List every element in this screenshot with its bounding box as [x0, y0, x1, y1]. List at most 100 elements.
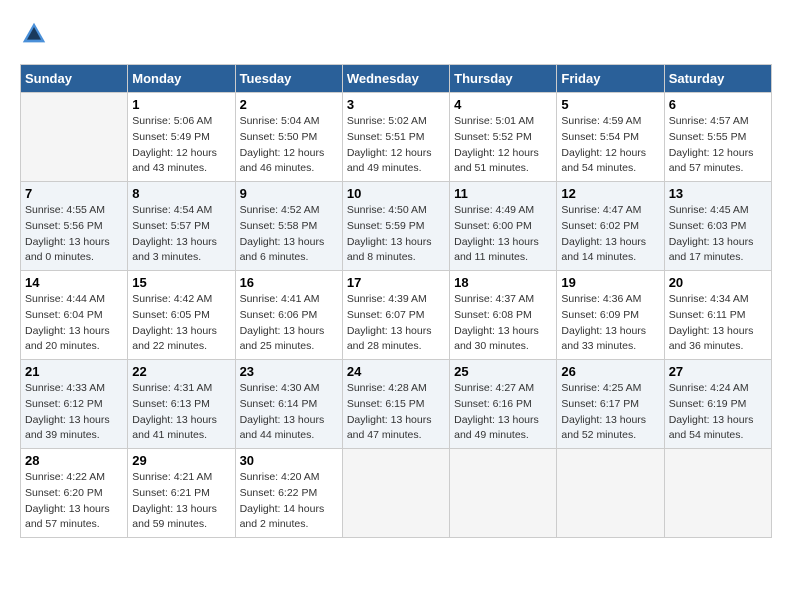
day-number: 2	[240, 97, 338, 112]
day-info: Sunrise: 4:47 AMSunset: 6:02 PMDaylight:…	[561, 203, 659, 266]
calendar-table: SundayMondayTuesdayWednesdayThursdayFrid…	[20, 64, 772, 538]
calendar-cell: 17 Sunrise: 4:39 AMSunset: 6:07 PMDayligh…	[342, 271, 449, 360]
day-number: 5	[561, 97, 659, 112]
day-info: Sunrise: 4:39 AMSunset: 6:07 PMDaylight:…	[347, 292, 445, 355]
calendar-cell	[664, 449, 771, 538]
logo-icon	[20, 20, 48, 48]
day-info: Sunrise: 4:52 AMSunset: 5:58 PMDaylight:…	[240, 203, 338, 266]
day-info: Sunrise: 5:06 AMSunset: 5:49 PMDaylight:…	[132, 114, 230, 177]
day-info: Sunrise: 4:20 AMSunset: 6:22 PMDaylight:…	[240, 470, 338, 533]
day-info: Sunrise: 4:31 AMSunset: 6:13 PMDaylight:…	[132, 381, 230, 444]
calendar-cell	[21, 93, 128, 182]
weekday-header-row: SundayMondayTuesdayWednesdayThursdayFrid…	[21, 65, 772, 93]
day-number: 11	[454, 186, 552, 201]
day-number: 22	[132, 364, 230, 379]
calendar-cell: 24Sunrise: 4:28 AMSunset: 6:15 PMDayligh…	[342, 360, 449, 449]
calendar-cell: 12 Sunrise: 4:47 AMSunset: 6:02 PMDayligh…	[557, 182, 664, 271]
day-number: 20	[669, 275, 767, 290]
day-info: Sunrise: 4:50 AMSunset: 5:59 PMDaylight:…	[347, 203, 445, 266]
day-number: 24	[347, 364, 445, 379]
calendar-cell: 6 Sunrise: 4:57 AMSunset: 5:55 PMDaylight…	[664, 93, 771, 182]
calendar-cell: 5 Sunrise: 4:59 AMSunset: 5:54 PMDaylight…	[557, 93, 664, 182]
calendar-cell: 30 Sunrise: 4:20 AMSunset: 6:22 PMDayligh…	[235, 449, 342, 538]
weekday-header: Monday	[128, 65, 235, 93]
day-number: 4	[454, 97, 552, 112]
day-info: Sunrise: 4:33 AMSunset: 6:12 PMDaylight:…	[25, 381, 123, 444]
day-info: Sunrise: 5:02 AMSunset: 5:51 PMDaylight:…	[347, 114, 445, 177]
day-number: 30	[240, 453, 338, 468]
calendar-cell: 11 Sunrise: 4:49 AMSunset: 6:00 PMDayligh…	[450, 182, 557, 271]
calendar-cell: 21 Sunrise: 4:33 AMSunset: 6:12 PMDayligh…	[21, 360, 128, 449]
day-number: 7	[25, 186, 123, 201]
day-info: Sunrise: 5:01 AMSunset: 5:52 PMDaylight:…	[454, 114, 552, 177]
day-number: 10	[347, 186, 445, 201]
day-info: Sunrise: 4:54 AMSunset: 5:57 PMDaylight:…	[132, 203, 230, 266]
day-info: Sunrise: 4:24 AMSunset: 6:19 PMDaylight:…	[669, 381, 767, 444]
day-number: 1	[132, 97, 230, 112]
day-info: Sunrise: 4:22 AMSunset: 6:20 PMDaylight:…	[25, 470, 123, 533]
day-info: Sunrise: 4:27 AMSunset: 6:16 PMDaylight:…	[454, 381, 552, 444]
calendar-cell: 18 Sunrise: 4:37 AMSunset: 6:08 PMDayligh…	[450, 271, 557, 360]
day-number: 15	[132, 275, 230, 290]
day-info: Sunrise: 4:45 AMSunset: 6:03 PMDaylight:…	[669, 203, 767, 266]
calendar-cell: 4 Sunrise: 5:01 AMSunset: 5:52 PMDaylight…	[450, 93, 557, 182]
calendar-cell: 26 Sunrise: 4:25 AMSunset: 6:17 PMDayligh…	[557, 360, 664, 449]
weekday-header: Saturday	[664, 65, 771, 93]
calendar-cell: 16 Sunrise: 4:41 AMSunset: 6:06 PMDayligh…	[235, 271, 342, 360]
day-info: Sunrise: 4:21 AMSunset: 6:21 PMDaylight:…	[132, 470, 230, 533]
day-info: Sunrise: 4:34 AMSunset: 6:11 PMDaylight:…	[669, 292, 767, 355]
calendar-cell: 29 Sunrise: 4:21 AMSunset: 6:21 PMDayligh…	[128, 449, 235, 538]
day-number: 17	[347, 275, 445, 290]
day-number: 21	[25, 364, 123, 379]
calendar-cell: 10 Sunrise: 4:50 AMSunset: 5:59 PMDayligh…	[342, 182, 449, 271]
calendar-cell: 2Sunrise: 5:04 AMSunset: 5:50 PMDaylight…	[235, 93, 342, 182]
day-number: 3	[347, 97, 445, 112]
calendar-cell: 8 Sunrise: 4:54 AMSunset: 5:57 PMDaylight…	[128, 182, 235, 271]
logo	[20, 20, 52, 48]
day-number: 8	[132, 186, 230, 201]
weekday-header: Friday	[557, 65, 664, 93]
day-number: 13	[669, 186, 767, 201]
weekday-header: Thursday	[450, 65, 557, 93]
calendar-cell: 7Sunrise: 4:55 AMSunset: 5:56 PMDaylight…	[21, 182, 128, 271]
calendar-cell	[450, 449, 557, 538]
day-info: Sunrise: 4:41 AMSunset: 6:06 PMDaylight:…	[240, 292, 338, 355]
day-info: Sunrise: 4:49 AMSunset: 6:00 PMDaylight:…	[454, 203, 552, 266]
calendar-cell: 25 Sunrise: 4:27 AMSunset: 6:16 PMDayligh…	[450, 360, 557, 449]
day-number: 25	[454, 364, 552, 379]
day-number: 29	[132, 453, 230, 468]
day-info: Sunrise: 4:42 AMSunset: 6:05 PMDaylight:…	[132, 292, 230, 355]
day-number: 9	[240, 186, 338, 201]
calendar-cell: 20 Sunrise: 4:34 AMSunset: 6:11 PMDayligh…	[664, 271, 771, 360]
weekday-header: Tuesday	[235, 65, 342, 93]
calendar-cell: 14Sunrise: 4:44 AMSunset: 6:04 PMDayligh…	[21, 271, 128, 360]
calendar-cell: 3 Sunrise: 5:02 AMSunset: 5:51 PMDaylight…	[342, 93, 449, 182]
calendar-cell: 22 Sunrise: 4:31 AMSunset: 6:13 PMDayligh…	[128, 360, 235, 449]
day-info: Sunrise: 4:59 AMSunset: 5:54 PMDaylight:…	[561, 114, 659, 177]
day-info: Sunrise: 4:25 AMSunset: 6:17 PMDaylight:…	[561, 381, 659, 444]
calendar-cell: 15 Sunrise: 4:42 AMSunset: 6:05 PMDayligh…	[128, 271, 235, 360]
calendar-cell: 9 Sunrise: 4:52 AMSunset: 5:58 PMDaylight…	[235, 182, 342, 271]
day-number: 26	[561, 364, 659, 379]
calendar-cell: 13 Sunrise: 4:45 AMSunset: 6:03 PMDayligh…	[664, 182, 771, 271]
calendar-week-row: 28 Sunrise: 4:22 AMSunset: 6:20 PMDayligh…	[21, 449, 772, 538]
calendar-cell	[557, 449, 664, 538]
day-info: Sunrise: 4:44 AMSunset: 6:04 PMDaylight:…	[25, 292, 123, 355]
weekday-header: Wednesday	[342, 65, 449, 93]
day-info: Sunrise: 4:57 AMSunset: 5:55 PMDaylight:…	[669, 114, 767, 177]
calendar-cell	[342, 449, 449, 538]
day-number: 19	[561, 275, 659, 290]
day-number: 6	[669, 97, 767, 112]
day-number: 28	[25, 453, 123, 468]
day-number: 16	[240, 275, 338, 290]
calendar-cell: 27Sunrise: 4:24 AMSunset: 6:19 PMDayligh…	[664, 360, 771, 449]
day-info: Sunrise: 4:37 AMSunset: 6:08 PMDaylight:…	[454, 292, 552, 355]
day-info: Sunrise: 4:36 AMSunset: 6:09 PMDaylight:…	[561, 292, 659, 355]
calendar-week-row: 21 Sunrise: 4:33 AMSunset: 6:12 PMDayligh…	[21, 360, 772, 449]
calendar-week-row: 1 Sunrise: 5:06 AMSunset: 5:49 PMDaylight…	[21, 93, 772, 182]
calendar-week-row: 7Sunrise: 4:55 AMSunset: 5:56 PMDaylight…	[21, 182, 772, 271]
weekday-header: Sunday	[21, 65, 128, 93]
day-number: 18	[454, 275, 552, 290]
day-info: Sunrise: 4:30 AMSunset: 6:14 PMDaylight:…	[240, 381, 338, 444]
day-number: 12	[561, 186, 659, 201]
